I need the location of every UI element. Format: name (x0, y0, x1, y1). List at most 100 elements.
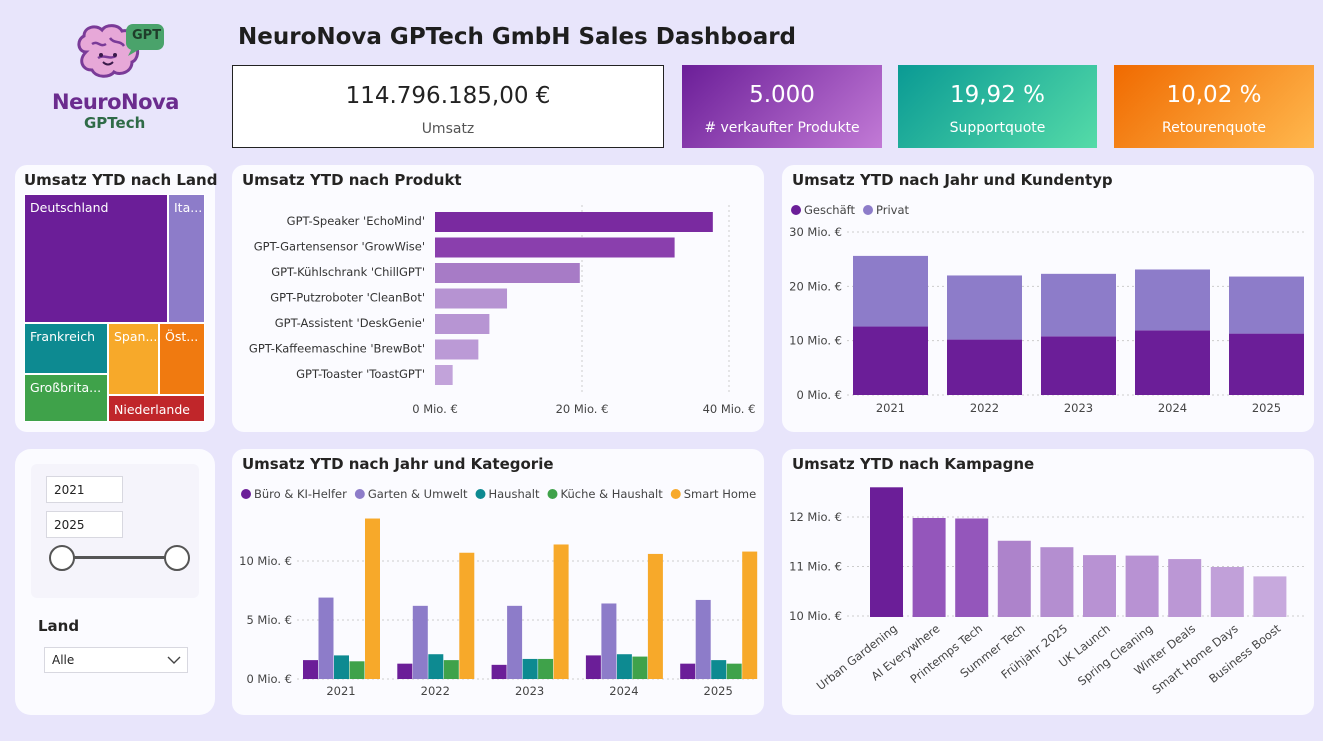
y-tick-label: 20 Mio. € (789, 279, 842, 293)
x-tick-label: 40 Mio. € (703, 402, 756, 416)
kategorie-chart-card: Umsatz YTD nach Jahr und Kategorie Büro … (232, 449, 764, 715)
treemap-card: Umsatz YTD nach Land Deutschland Ita... … (15, 165, 217, 432)
clustered-bar (680, 663, 696, 679)
bar (435, 288, 508, 309)
category-label: GPT-Toaster 'ToastGPT' (296, 367, 425, 381)
kategorie-clustered-chart: Büro & KI-Helfer Garten & Umwelt Haushalt K… (239, 487, 758, 698)
year-to-input[interactable]: 2025 (46, 511, 123, 538)
product-bar-chart: 0 Mio. € 20 Mio. € 40 Mio. € GPT-Speaker 'E… (249, 205, 756, 416)
legend-label: Privat (876, 203, 910, 217)
x-tick-label: 2025 (704, 684, 733, 698)
bar (997, 540, 1031, 617)
category-label: GPT-Putzroboter 'CleanBot' (270, 291, 425, 305)
clustered-bar (318, 597, 334, 679)
clustered-bar (553, 544, 569, 679)
legend-marker (241, 489, 251, 499)
clustered-bar (303, 660, 318, 679)
legend-label: Garten & Umwelt (368, 487, 468, 501)
legend-label: Geschäft (804, 203, 855, 217)
filter-card: 2021 2025 Land Alle (15, 449, 215, 715)
kpi-card-retourenquote[interactable]: 10,02 % Retourenquote (1114, 65, 1314, 148)
stacked-bar-segment (853, 326, 928, 395)
kpi-card-produkte[interactable]: 5.000 # verkaufter Produkte (682, 65, 882, 148)
kpi-card-umsatz[interactable]: 114.796.185,00 € Umsatz (232, 65, 664, 148)
product-chart-card: Umsatz YTD nach Produkt 0 Mio. €20 Mio. … (232, 165, 764, 432)
legend-label: Büro & KI-Helfer (254, 487, 347, 501)
kpi-label: # verkaufter Produkte (704, 120, 860, 136)
x-tick-label: Spring Cleaning (1075, 621, 1155, 688)
y-tick-label: 10 Mio. € (789, 334, 842, 348)
x-tick-label: 20 Mio. € (556, 402, 609, 416)
logo: GPT NeuroNova GPTech (50, 22, 190, 134)
bar (435, 237, 675, 258)
stacked-bar-segment (1229, 276, 1304, 334)
range-slider-track[interactable] (62, 556, 177, 559)
clustered-bar (616, 654, 632, 679)
bar (435, 263, 580, 283)
legend-marker (670, 489, 681, 499)
range-slider-handle-start[interactable] (49, 545, 75, 571)
category-label: GPT-Kaffeemaschine 'BrewBot' (249, 342, 425, 356)
bar (870, 487, 903, 617)
y-tick-label: 5 Mio. € (246, 613, 292, 627)
stacked-bar-segment (1041, 336, 1116, 395)
stacked-bar-segment (947, 275, 1022, 340)
clustered-bar (711, 660, 727, 679)
treemap-cell-spanien[interactable]: Span... (108, 323, 159, 395)
bar (1083, 555, 1116, 617)
x-tick-label: 2022 (970, 401, 999, 415)
clustered-bar (742, 551, 758, 679)
treemap-cell-label: Ita... (174, 200, 203, 215)
year-from-input[interactable]: 2021 (46, 476, 123, 503)
treemap-cell-frankreich[interactable]: Frankreich (24, 323, 108, 374)
bar (435, 339, 479, 360)
clustered-bar (632, 656, 648, 679)
bar (435, 212, 713, 232)
land-dropdown[interactable]: Alle (44, 647, 188, 673)
legend-marker (354, 489, 365, 499)
y-tick-label: 12 Mio. € (789, 510, 842, 524)
kpi-value: 5.000 (749, 82, 815, 108)
treemap-cell-label: Frankreich (30, 329, 96, 344)
treemap-cell-label: Großbrita... (30, 380, 102, 395)
bar (1125, 555, 1159, 617)
kpi-value: 19,92 % (949, 82, 1045, 108)
clustered-bar (412, 605, 428, 679)
x-tick-label: 2023 (1064, 401, 1093, 415)
clustered-bar (538, 658, 554, 679)
y-tick-label: 11 Mio. € (789, 560, 842, 574)
kpi-value: 114.796.185,00 € (345, 83, 551, 109)
land-dropdown-value: Alle (52, 653, 75, 667)
clustered-bar (585, 655, 601, 679)
logo-name: NeuroNova (52, 90, 179, 114)
stacked-bar-segment (947, 339, 1022, 395)
kampagne-chart-card: Umsatz YTD nach Kampagne 10 Mio. €11 Mio… (782, 449, 1314, 715)
treemap-cell-label: Öst... (165, 329, 199, 344)
y-tick-label: 30 Mio. € (789, 225, 842, 239)
clustered-bar (459, 552, 475, 679)
kundentyp-stacked-chart: Geschäft Privat 0 Mio. € 10 Mio. € 20 Mio. €… (789, 203, 1307, 415)
kundentyp-chart-card: Umsatz YTD nach Jahr und Kundentyp Gesch… (782, 165, 1314, 432)
kpi-card-supportquote[interactable]: 19,92 % Supportquote (898, 65, 1097, 148)
treemap-cell-niederlande[interactable]: Niederlande (108, 395, 205, 422)
treemap-cell-label: Niederlande (114, 402, 190, 417)
legend-label: Smart Home (684, 487, 756, 501)
clustered-bar (365, 518, 380, 679)
y-tick-label: 10 Mio. € (239, 554, 292, 568)
treemap-cell-oesterreich[interactable]: Öst... (159, 323, 205, 395)
x-tick-label: 2023 (515, 684, 544, 698)
treemap-cell-deutschland[interactable]: Deutschland (24, 194, 168, 323)
clustered-bar (695, 599, 711, 679)
legend-marker (863, 205, 873, 215)
stacked-bar-segment (1041, 273, 1116, 337)
category-label: GPT-Kühlschrank 'ChillGPT' (271, 265, 425, 279)
logo-badge: GPT (132, 28, 162, 43)
legend-label: Küche & Haushalt (561, 487, 664, 501)
x-tick-label: 2024 (1158, 401, 1187, 415)
legend-marker (547, 489, 558, 499)
treemap-cell-italien[interactable]: Ita... (168, 194, 205, 323)
stacked-bar-segment (853, 255, 928, 327)
range-slider-handle-end[interactable] (164, 545, 190, 571)
kpi-label: Supportquote (949, 120, 1046, 136)
treemap-cell-grossbritannien[interactable]: Großbrita... (24, 374, 108, 422)
